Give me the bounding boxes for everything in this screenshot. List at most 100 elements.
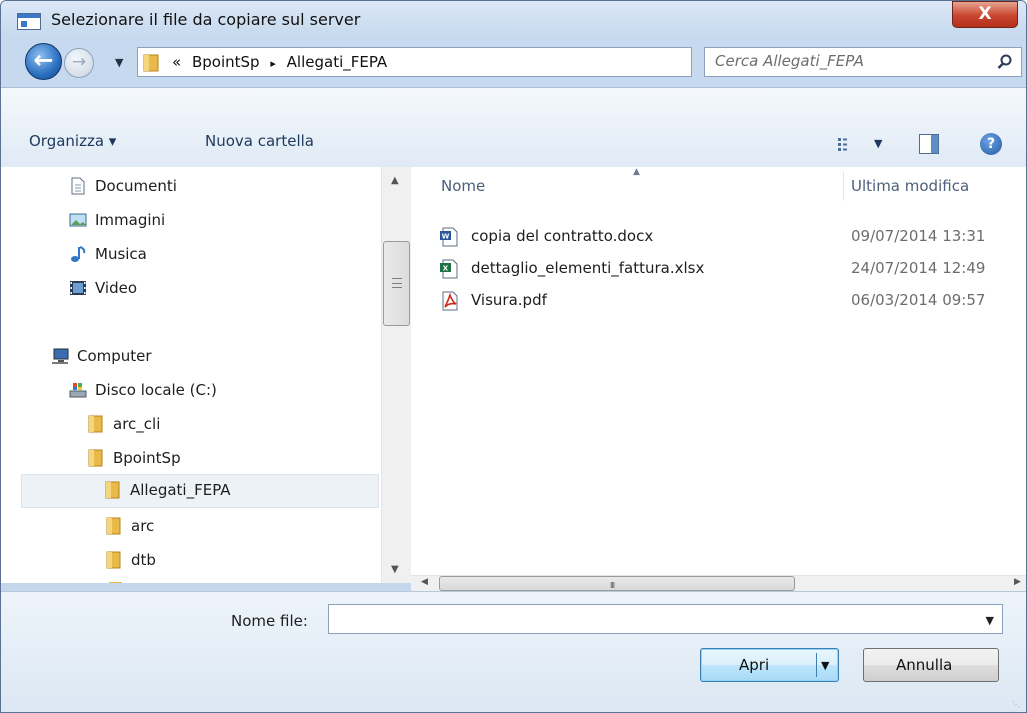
- search-box[interactable]: [704, 47, 1022, 77]
- title-bar: Selezionare il file da copiare sul serve…: [1, 1, 1026, 37]
- file-row[interactable]: X dettaglio_elementi_fattura.xlsx 24/07/…: [411, 253, 1026, 285]
- file-row[interactable]: W copia del contratto.docx 09/07/2014 13…: [411, 221, 1026, 253]
- resize-grip-icon[interactable]: ⋱: [1012, 700, 1022, 710]
- back-button[interactable]: ←: [25, 43, 62, 80]
- back-arrow-icon: ←: [33, 46, 54, 74]
- file-name: Visura.pdf: [471, 291, 547, 309]
- file-list: ▲ Nome Ultima modifica W copia del contr…: [411, 167, 1026, 575]
- help-icon[interactable]: ?: [980, 133, 1002, 155]
- nav-item-label: Disco locale (C:): [95, 381, 217, 399]
- excel-icon: X: [440, 259, 458, 279]
- new-folder-button[interactable]: Nuova cartella: [205, 132, 314, 150]
- file-open-dialog: Selezionare il file da copiare sul serve…: [0, 0, 1027, 713]
- svg-text:X: X: [443, 265, 449, 273]
- scroll-thumb[interactable]: [383, 241, 410, 326]
- nav-item-label: Computer: [77, 347, 152, 365]
- open-button[interactable]: Apri ▼: [700, 648, 839, 682]
- nav-item-arc-cli[interactable]: arc_cli: [87, 409, 369, 441]
- cancel-button-label: Annulla: [896, 656, 953, 674]
- svg-text:W: W: [442, 233, 450, 241]
- nav-item-label: Immagini: [95, 211, 166, 229]
- word-icon: W: [440, 227, 458, 247]
- scroll-up-arrow[interactable]: ▲: [391, 175, 399, 186]
- search-input[interactable]: [715, 52, 985, 70]
- command-bar: Organizza ▾ Nuova cartella ▼ ?: [1, 87, 1026, 167]
- navigation-scrollbar[interactable]: ▲ ▼: [381, 167, 411, 583]
- navigation-pane: Documenti Immagini Musica Video Computer…: [1, 167, 381, 583]
- filename-input[interactable]: [335, 609, 965, 627]
- forward-arrow-icon: →: [71, 52, 87, 72]
- nav-item-label: Documenti: [95, 177, 177, 195]
- open-button-label: Apri: [739, 656, 770, 674]
- organize-button[interactable]: Organizza ▾: [29, 132, 116, 150]
- folder-icon: [143, 54, 159, 72]
- view-options-icon[interactable]: [837, 137, 857, 153]
- file-name: dettaglio_elementi_fattura.xlsx: [471, 259, 705, 277]
- column-divider[interactable]: [843, 171, 844, 201]
- nav-item-bpointsp[interactable]: BpointSp: [87, 443, 369, 475]
- nav-item-immagini[interactable]: Immagini: [69, 205, 369, 237]
- breadcrumb-item-bpointsp[interactable]: BpointSp: [192, 53, 260, 71]
- window-title: Selezionare il file da copiare sul serve…: [51, 10, 361, 29]
- drive-icon: [69, 383, 87, 398]
- dialog-footer: Nome file: ▼ Apri ▼ Annulla ⋱: [1, 591, 1026, 712]
- breadcrumb: « BpointSp ▸ Allegati_FEPA: [172, 53, 393, 71]
- column-header-date-modified[interactable]: Ultima modifica: [851, 177, 969, 195]
- folder-icon: [88, 449, 103, 467]
- cancel-button[interactable]: Annulla: [863, 648, 999, 682]
- nav-item-allegati-fepa[interactable]: Allegati_FEPA: [21, 474, 379, 508]
- folder-icon: [106, 551, 121, 569]
- nav-item-dtb[interactable]: dtb: [105, 545, 369, 577]
- nav-item-label: BpointSp: [113, 449, 181, 467]
- horizontal-scrollbar[interactable]: ◀ III ▶: [411, 575, 1026, 591]
- nav-item-label: Allegati_FEPA: [130, 481, 231, 499]
- file-date: 06/03/2014 09:57: [851, 291, 986, 309]
- nav-item-disco-locale[interactable]: Disco locale (C:): [69, 375, 369, 407]
- open-options-arrow[interactable]: ▼: [821, 659, 829, 672]
- folder-icon: [109, 582, 122, 583]
- computer-icon: [52, 348, 69, 364]
- scroll-left-arrow[interactable]: ◀: [421, 577, 428, 587]
- folder-icon: [88, 415, 103, 433]
- nav-item-arc[interactable]: arc: [105, 511, 369, 543]
- folder-icon: [105, 481, 120, 499]
- folder-icon: [106, 517, 121, 535]
- nav-item-label: Video: [95, 279, 138, 297]
- address-row: ← → ▼ « BpointSp ▸ Allegati_FEPA ▼ ⇄: [1, 37, 1026, 87]
- nav-item-documenti[interactable]: Documenti: [69, 171, 369, 203]
- file-name: copia del contratto.docx: [471, 227, 654, 245]
- column-header-name[interactable]: Nome: [441, 177, 485, 195]
- scroll-thumb[interactable]: III: [439, 576, 795, 591]
- nav-item-label: arc_cli: [113, 415, 161, 433]
- window-icon: [17, 13, 41, 30]
- scroll-grip: [392, 278, 402, 288]
- breadcrumb-separator[interactable]: ▸: [270, 57, 276, 70]
- recent-locations-dropdown[interactable]: ▼: [115, 56, 123, 69]
- nav-item-label: dtb: [131, 551, 156, 569]
- filename-dropdown-arrow[interactable]: ▼: [986, 614, 994, 627]
- nav-item-video[interactable]: Video: [69, 273, 369, 305]
- breadcrumb-overflow[interactable]: «: [172, 53, 181, 71]
- nav-item-label: arc: [131, 517, 155, 535]
- scroll-right-arrow[interactable]: ▶: [1014, 577, 1021, 587]
- filename-combobox[interactable]: ▼: [328, 604, 1003, 634]
- file-date: 24/07/2014 12:49: [851, 259, 986, 277]
- nav-item-computer[interactable]: Computer: [51, 341, 369, 373]
- search-icon[interactable]: [997, 54, 1013, 70]
- address-bar[interactable]: « BpointSp ▸ Allegati_FEPA ▼ ⇄: [137, 47, 812, 77]
- nav-item-musica[interactable]: Musica: [69, 239, 369, 271]
- pictures-icon: [69, 213, 87, 227]
- split-divider: [816, 653, 817, 677]
- pdf-icon: [442, 291, 458, 311]
- close-button[interactable]: X: [952, 1, 1018, 28]
- document-icon: [71, 177, 85, 195]
- view-dropdown-arrow[interactable]: ▼: [874, 137, 882, 150]
- file-row[interactable]: Visura.pdf 06/03/2014 09:57: [411, 285, 1026, 317]
- file-date: 09/07/2014 13:31: [851, 227, 986, 245]
- nav-item-label: Musica: [95, 245, 147, 263]
- breadcrumb-item-allegati-fepa[interactable]: Allegati_FEPA: [287, 53, 388, 71]
- music-icon: [71, 246, 86, 262]
- forward-button[interactable]: →: [64, 48, 94, 78]
- scroll-down-arrow[interactable]: ▼: [391, 564, 399, 575]
- preview-pane-icon[interactable]: [919, 134, 939, 154]
